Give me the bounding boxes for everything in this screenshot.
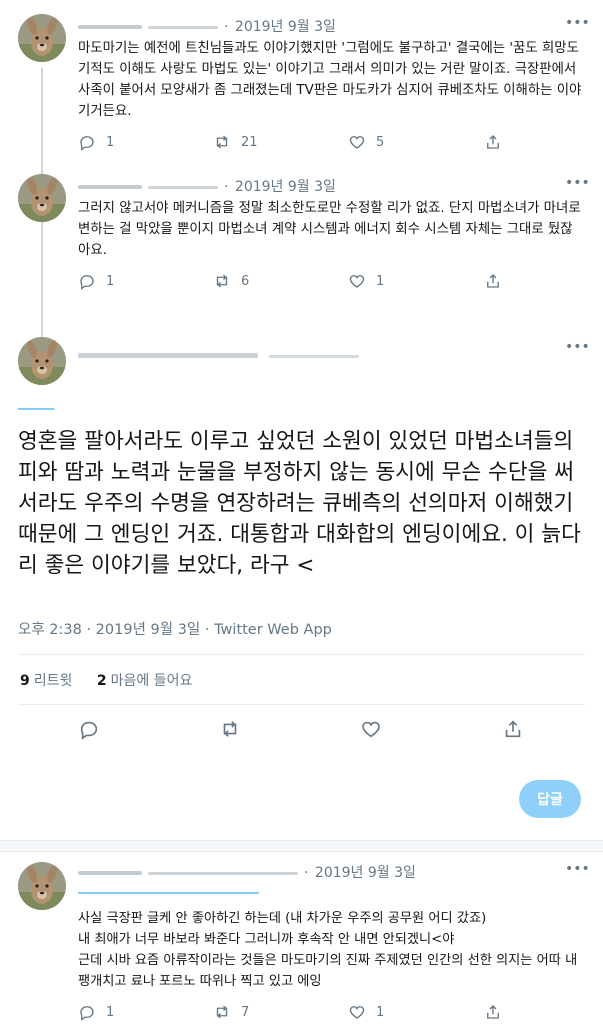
retweet-label[interactable]: 리트윗 (34, 673, 73, 689)
tweet-header: · 2019년 9월 3일 (78, 862, 416, 882)
author-block[interactable] (78, 340, 363, 359)
replying-to-mention[interactable]: ━━━━━ (18, 402, 54, 416)
reply-tweet[interactable]: · 2019년 9월 3일 ••• ━━━━━━━━━━━━━━━━━━━━━━… (0, 852, 603, 1035)
section-gap (0, 840, 603, 852)
tweet-text: 사실 극장판 글케 안 좋아하긴 하는데 (내 차가운 우주의 공무원 어디 갔… (78, 911, 578, 989)
reply-icon (80, 721, 98, 740)
divider (18, 704, 585, 705)
tweet-actions: 1 7 1 (78, 1002, 548, 1022)
like-count: 1 (376, 1004, 385, 1020)
reply-composer-bar: 답글 (0, 770, 603, 840)
engagement-stats: 9 리트윗 2 마음에 들어요 (20, 670, 212, 690)
retweet-icon (216, 1005, 228, 1019)
tweet-meta[interactable]: 오후 2:38 · 2019년 9월 3일 · Twitter Web App (18, 618, 332, 639)
reply-count: 1 (106, 1004, 115, 1020)
focused-tweet-text: 영혼을 팔아서라도 이루고 싶었던 소원이 있었던 마법소녀들의 피와 땀과 노… (18, 429, 581, 578)
like-total[interactable]: 2 (97, 673, 107, 689)
reply-button[interactable] (78, 718, 104, 744)
reply-submit-button[interactable]: 답글 (519, 780, 581, 818)
tweet-date[interactable]: 2019년 9월 3일 (315, 865, 416, 881)
user-handle[interactable] (148, 871, 298, 875)
kangaroo-avatar-image (18, 862, 66, 910)
reply-button[interactable]: 1 (78, 1002, 114, 1022)
share-icon (487, 1005, 499, 1019)
more-icon[interactable]: ••• (565, 862, 590, 882)
like-label[interactable]: 마음에 들어요 (111, 673, 193, 689)
avatar[interactable] (18, 862, 66, 910)
share-button[interactable] (484, 1002, 512, 1022)
divider (18, 654, 585, 655)
kangaroo-avatar-image (18, 337, 66, 385)
reply-icon (80, 1006, 94, 1021)
more-icon[interactable]: ••• (565, 340, 590, 360)
retweet-button[interactable] (219, 718, 245, 744)
share-icon (505, 720, 521, 738)
heart-icon (349, 1006, 365, 1019)
like-button[interactable] (360, 718, 386, 744)
focused-tweet: ••• ━━━━━ 영혼을 팔아서라도 이루고 싶었던 소원이 있었던 마법소녀… (0, 0, 603, 770)
focused-tweet-actions (0, 718, 603, 744)
retweet-icon (223, 721, 237, 737)
display-name[interactable] (78, 353, 258, 358)
user-handle[interactable] (269, 355, 360, 358)
retweet-button[interactable]: 7 (213, 1002, 249, 1022)
display-name[interactable] (78, 871, 142, 875)
like-button[interactable]: 1 (348, 1002, 384, 1022)
avatar[interactable] (18, 337, 66, 385)
retweet-total[interactable]: 9 (20, 673, 30, 689)
heart-icon (362, 721, 380, 738)
retweet-count: 7 (241, 1004, 250, 1020)
share-button[interactable] (502, 718, 528, 744)
replying-to-mention[interactable]: ━━━━━━━━━━━━━━━━━━━━━━━━━ (78, 886, 259, 900)
